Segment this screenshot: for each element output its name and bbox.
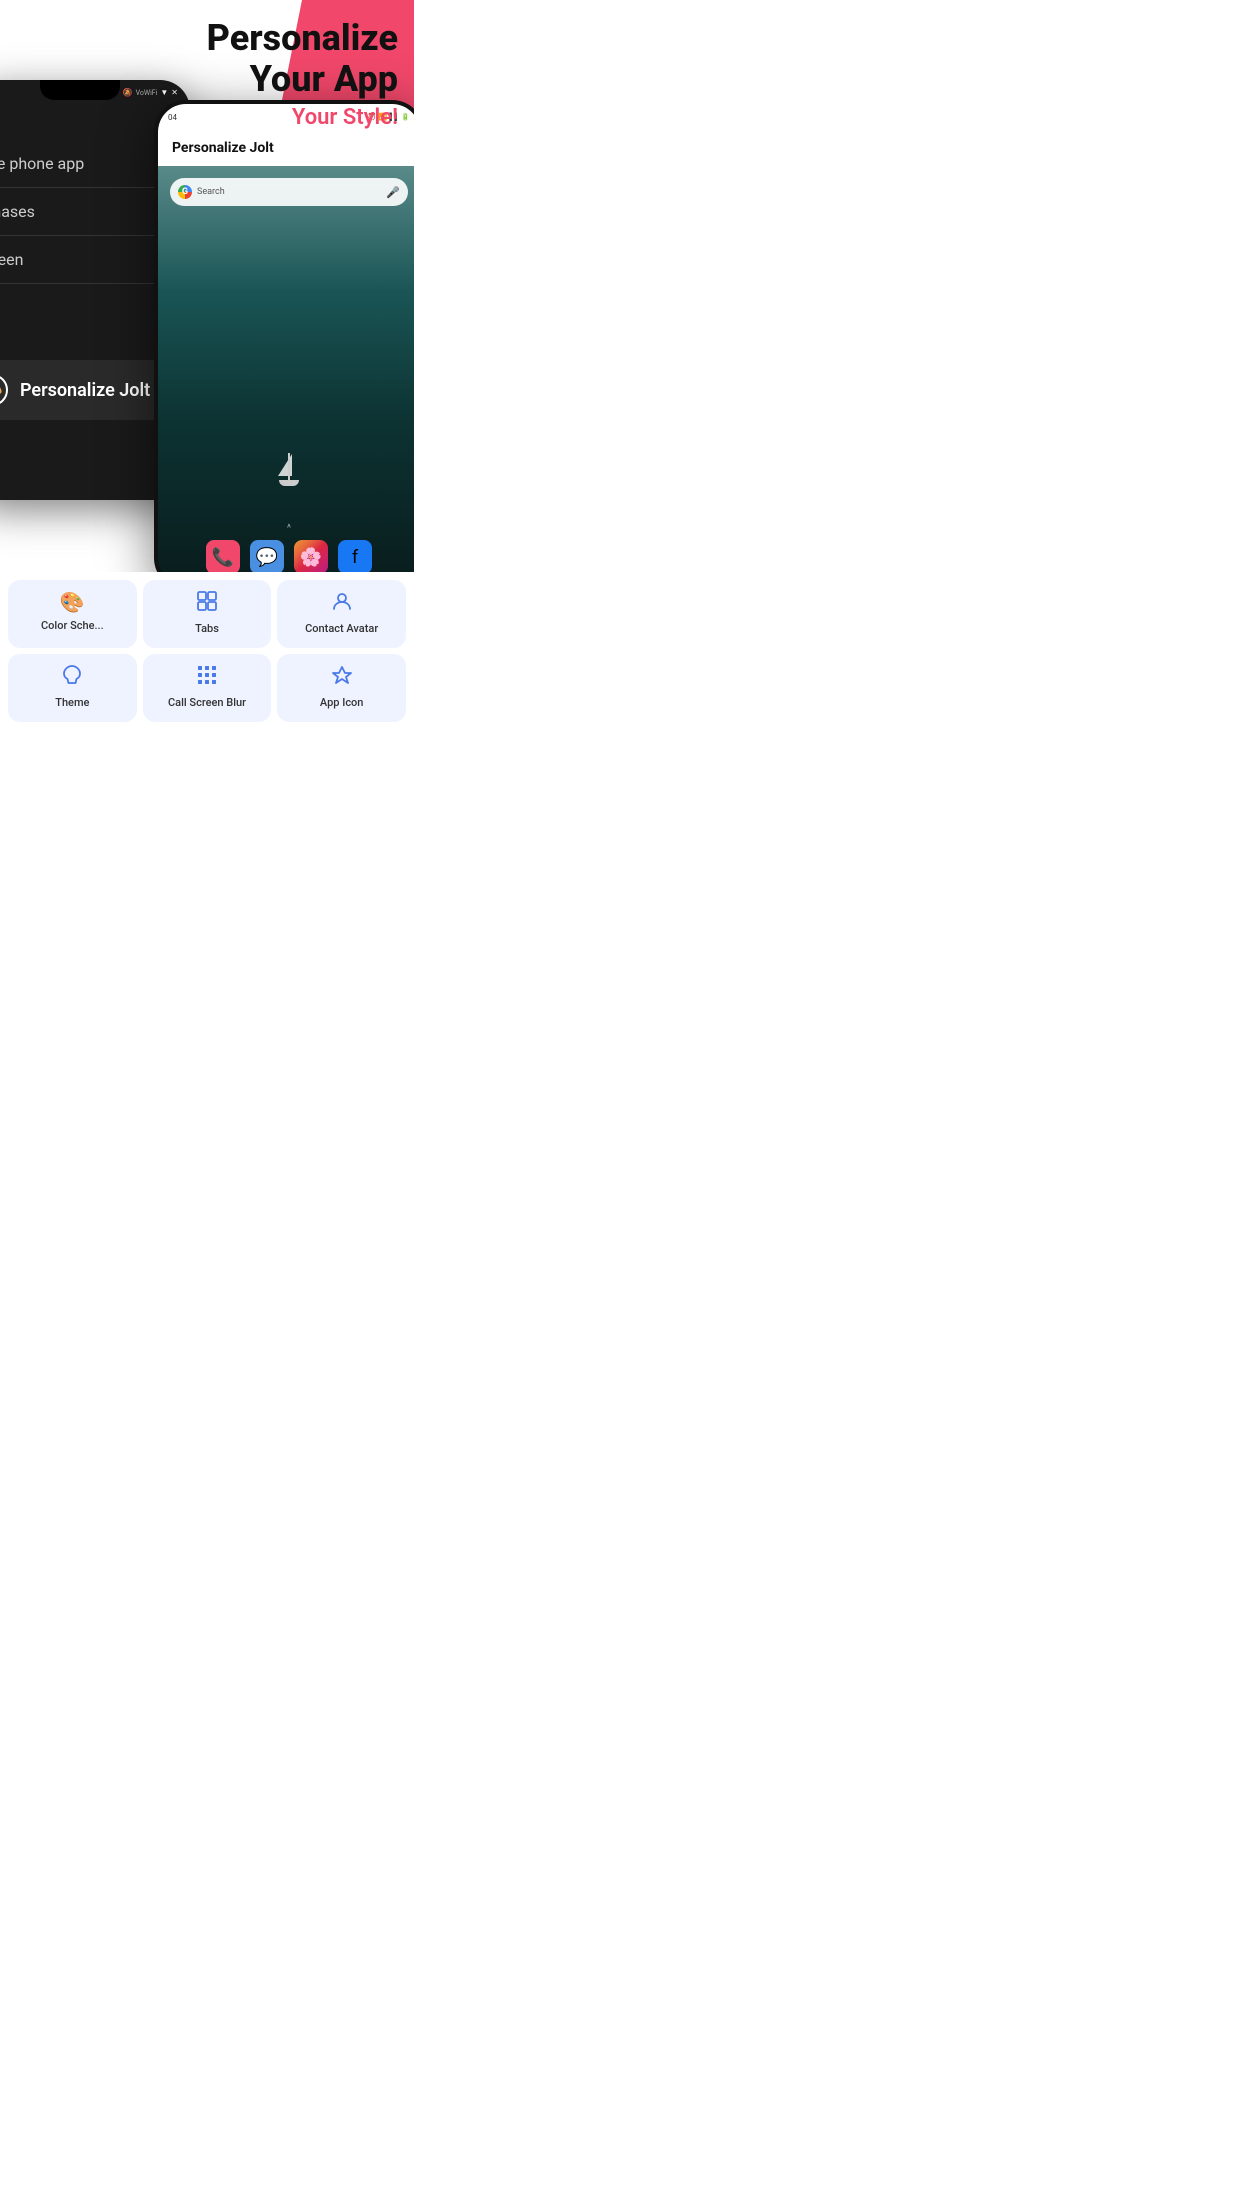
right-phone-title: Personalize Jolt bbox=[172, 140, 274, 156]
phone-wallpaper: G Search 🎤 ^ 📞 💬 🌸 f bbox=[158, 166, 414, 586]
sailboat-illustration bbox=[274, 446, 304, 486]
dock-phone-icon[interactable]: 📞 bbox=[206, 540, 240, 574]
boat-hull bbox=[279, 480, 299, 486]
app-dock: 📞 💬 🌸 f bbox=[206, 540, 372, 574]
tabs-icon bbox=[196, 590, 218, 617]
dock-photos-icon[interactable]: 🌸 bbox=[294, 540, 328, 574]
feature-card-app-icon[interactable]: App Icon bbox=[277, 654, 406, 722]
theme-label: Theme bbox=[55, 696, 89, 709]
call-screen-blur-icon bbox=[196, 664, 218, 691]
left-phone-status-bar: 🔕 VoWiFi ▼ ✕ bbox=[123, 88, 178, 97]
feature-card-color-scheme[interactable]: 🎨 Color Sche... bbox=[8, 580, 137, 648]
call-screen-blur-label: Call Screen Blur bbox=[168, 696, 246, 709]
right-phone-inner: 04 ⏰ 📶 ▌▌ 🔋 Personalize Jolt G Search 🎤 bbox=[158, 104, 414, 586]
feature-row-1: 🎨 Color Sche... Tabs bbox=[8, 580, 406, 648]
feature-card-contact-avatar[interactable]: Contact Avatar bbox=[277, 580, 406, 648]
dock-facebook-icon[interactable]: f bbox=[338, 540, 372, 574]
feature-card-tabs[interactable]: Tabs bbox=[143, 580, 272, 648]
dock-messages-icon[interactable]: 💬 bbox=[250, 540, 284, 574]
battery-icon: 🔋 bbox=[401, 113, 410, 121]
palette-icon: 🎨 bbox=[0, 374, 8, 406]
app-icon-label: App Icon bbox=[320, 696, 364, 709]
header-title: Personalize Your App bbox=[207, 18, 398, 101]
left-menu-item-3: creen bbox=[0, 236, 180, 284]
wallpaper-search-bar[interactable]: G Search 🎤 bbox=[170, 178, 408, 206]
status-time: 04 bbox=[168, 113, 177, 122]
feature-card-theme[interactable]: Theme bbox=[8, 654, 137, 722]
right-phone: 04 ⏰ 📶 ▌▌ 🔋 Personalize Jolt G Search 🎤 bbox=[154, 100, 414, 590]
left-menu-item-1: ble phone app bbox=[0, 140, 180, 188]
right-phone-title-bar: Personalize Jolt bbox=[158, 130, 414, 166]
color-scheme-icon: 🎨 bbox=[60, 590, 85, 614]
personalize-jolt-label: Personalize Jolt bbox=[20, 380, 150, 401]
color-scheme-label: Color Sche... bbox=[41, 619, 104, 632]
header-subtitle: Your Style! bbox=[207, 105, 398, 130]
google-logo: G bbox=[178, 185, 192, 199]
contact-avatar-icon bbox=[331, 590, 353, 617]
home-indicator: ^ bbox=[287, 523, 291, 534]
page: Personalize Your App Your Style! 🔕 VoWiF… bbox=[0, 0, 414, 736]
feature-grid: 🎨 Color Sche... Tabs bbox=[0, 572, 414, 736]
feature-card-call-screen-blur[interactable]: Call Screen Blur bbox=[143, 654, 272, 722]
left-phone-notch bbox=[40, 80, 120, 100]
theme-icon bbox=[61, 664, 83, 691]
left-phone-menu: ble phone app chases creen bbox=[0, 140, 180, 284]
left-menu-item-2: chases bbox=[0, 188, 180, 236]
tabs-label: Tabs bbox=[195, 622, 219, 635]
mic-icon: 🎤 bbox=[386, 186, 400, 199]
app-icon-icon bbox=[331, 664, 353, 691]
feature-row-2: Theme Call Screen Blu bbox=[8, 654, 406, 722]
boat-mast bbox=[288, 453, 290, 481]
contact-avatar-label: Contact Avatar bbox=[305, 622, 378, 635]
search-text: Search bbox=[197, 187, 381, 197]
header-section: Personalize Your App Your Style! bbox=[207, 18, 398, 130]
